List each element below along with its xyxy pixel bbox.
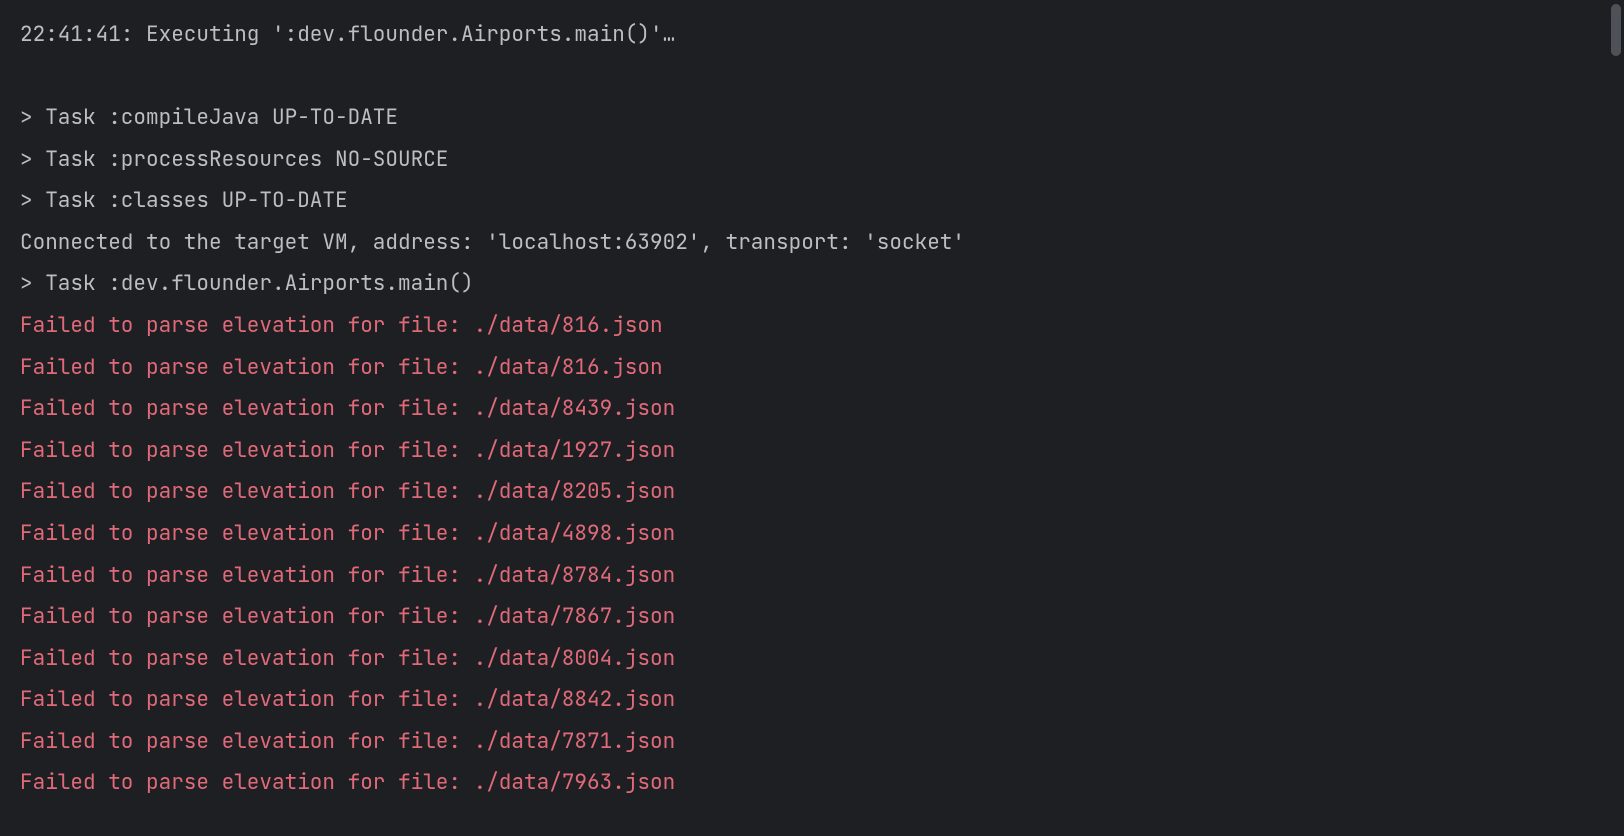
console-line: Failed to parse elevation for file: ./da… [20,471,1604,513]
console-line: Failed to parse elevation for file: ./da… [20,638,1604,680]
console-line: > Task :compileJava UP-TO-DATE [20,97,1604,139]
console-line: > Task :processResources NO-SOURCE [20,139,1604,181]
console-line: Failed to parse elevation for file: ./da… [20,388,1604,430]
console-line: > Task :classes UP-TO-DATE [20,180,1604,222]
console-line: 22:41:41: Executing ':dev.flounder.Airpo… [20,14,1604,56]
console-line: Connected to the target VM, address: 'lo… [20,222,1604,264]
console-line: Failed to parse elevation for file: ./da… [20,679,1604,721]
console-line [20,56,1604,98]
console-line: Failed to parse elevation for file: ./da… [20,762,1604,804]
console-line: Failed to parse elevation for file: ./da… [20,305,1604,347]
console-line: Failed to parse elevation for file: ./da… [20,347,1604,389]
console-line: > Task :dev.flounder.Airports.main() [20,263,1604,305]
console-line: Failed to parse elevation for file: ./da… [20,513,1604,555]
console-output[interactable]: 22:41:41: Executing ':dev.flounder.Airpo… [0,0,1624,836]
console-line: Failed to parse elevation for file: ./da… [20,721,1604,763]
console-line: Failed to parse elevation for file: ./da… [20,430,1604,472]
console-line: Failed to parse elevation for file: ./da… [20,555,1604,597]
console-line: Failed to parse elevation for file: ./da… [20,596,1604,638]
scrollbar-thumb[interactable] [1611,4,1621,56]
